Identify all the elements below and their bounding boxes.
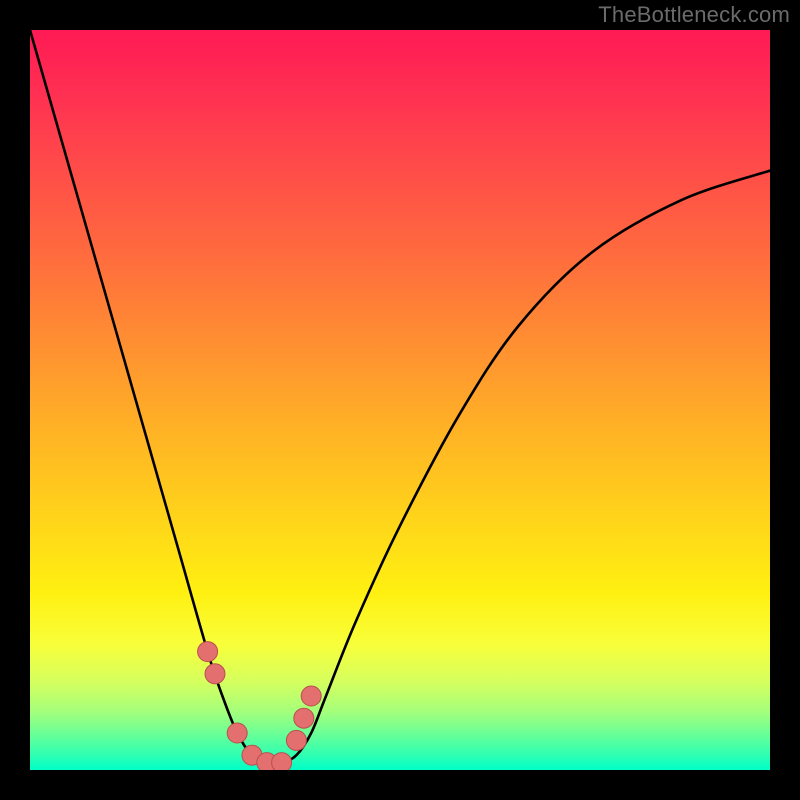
highlight-dot xyxy=(294,708,314,728)
highlight-dot xyxy=(286,730,306,750)
watermark-text: TheBottleneck.com xyxy=(598,2,790,28)
highlight-markers xyxy=(30,30,770,770)
highlight-dot xyxy=(205,664,225,684)
highlight-dot xyxy=(227,723,247,743)
highlight-dot xyxy=(198,642,218,662)
marker-group xyxy=(198,642,322,770)
highlight-dot xyxy=(272,753,292,770)
highlight-dot xyxy=(301,686,321,706)
plot-area xyxy=(30,30,770,770)
